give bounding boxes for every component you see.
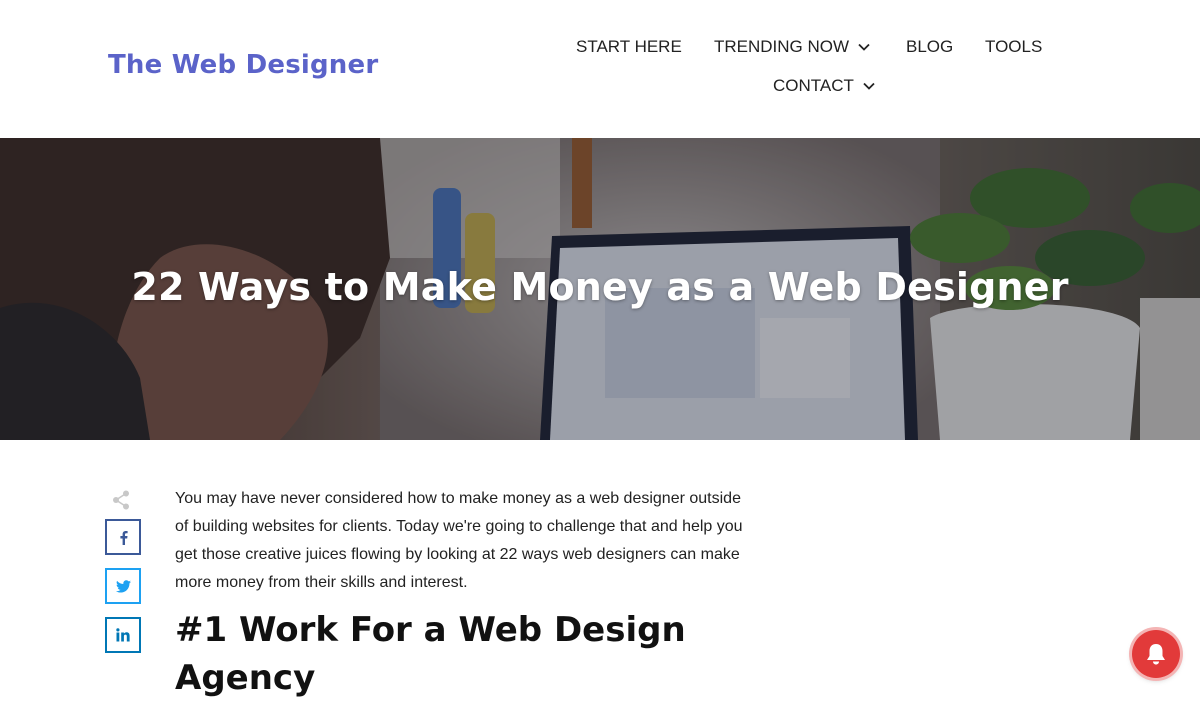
nav-start-here[interactable]: START HERE bbox=[576, 37, 682, 57]
nav-tools-label: TOOLS bbox=[985, 37, 1043, 56]
nav-contact[interactable]: CONTACT bbox=[773, 76, 875, 96]
nav-tools[interactable]: TOOLS bbox=[985, 37, 1042, 57]
hero-banner: 22 Ways to Make Money as a Web Designer bbox=[0, 138, 1200, 440]
bell-icon bbox=[1147, 644, 1165, 665]
site-logo[interactable]: The Web Designer bbox=[108, 50, 378, 80]
nav-trending-now-label: TRENDING NOW bbox=[714, 37, 850, 56]
site-header: The Web Designer START HERE TRENDING NOW… bbox=[0, 0, 1200, 138]
share-linkedin-button[interactable] bbox=[105, 617, 141, 653]
nav-trending-now[interactable]: TRENDING NOW bbox=[714, 37, 870, 57]
nav-start-here-label: START HERE bbox=[576, 37, 682, 56]
share-icon bbox=[113, 490, 129, 510]
page-title: 22 Ways to Make Money as a Web Designer bbox=[131, 265, 1069, 309]
notification-bell-button[interactable] bbox=[1132, 630, 1180, 678]
share-facebook-button[interactable] bbox=[105, 519, 141, 555]
section-heading: #1 Work For a Web Design Agency bbox=[175, 610, 686, 698]
chevron-down-icon bbox=[858, 43, 870, 51]
share-twitter-button[interactable] bbox=[105, 568, 141, 604]
twitter-icon bbox=[115, 579, 131, 592]
nav-contact-label: CONTACT bbox=[773, 76, 854, 95]
chevron-down-icon bbox=[863, 82, 875, 90]
nav-blog-label: BLOG bbox=[906, 37, 954, 56]
facebook-icon bbox=[119, 530, 128, 545]
nav-blog[interactable]: BLOG bbox=[906, 37, 953, 57]
article-intro: You may have never considered how to mak… bbox=[175, 490, 743, 591]
linkedin-icon bbox=[116, 628, 130, 642]
